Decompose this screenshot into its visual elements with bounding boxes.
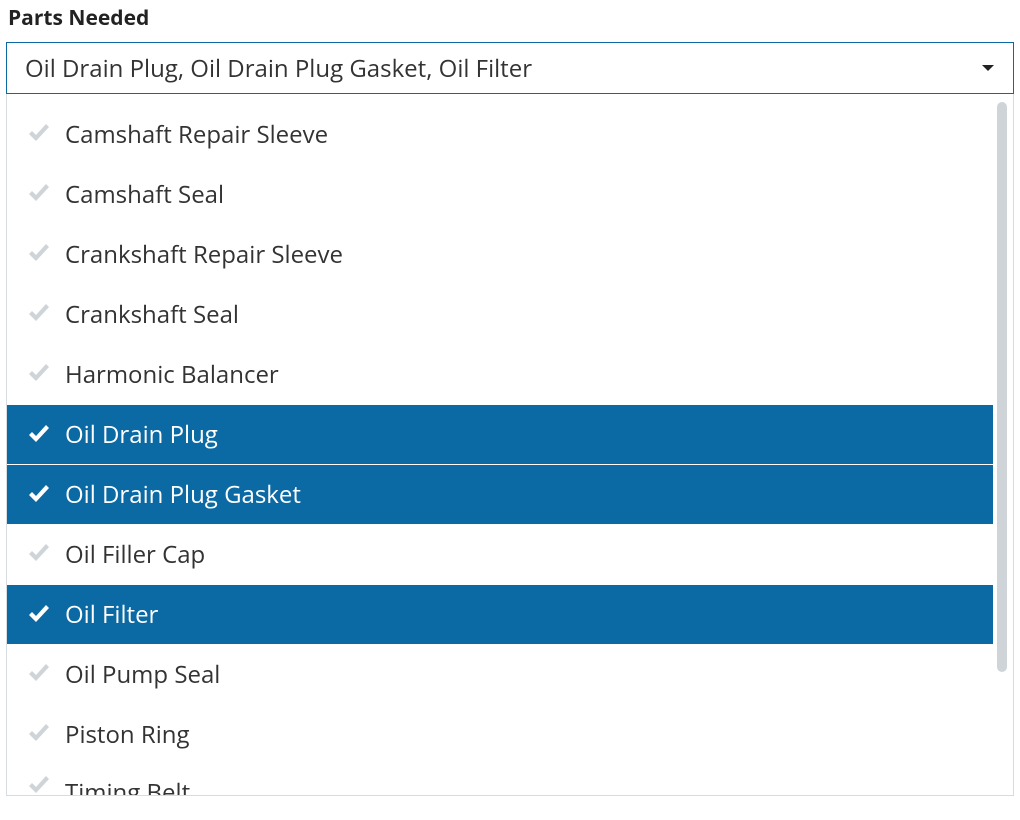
option-oil-drain-plug-gasket[interactable]: Oil Drain Plug Gasket — [7, 464, 993, 524]
parts-needed-dropdown[interactable]: Camshaft Repair Sleeve Camshaft Seal Crank… — [6, 94, 1014, 796]
field-label: Parts Needed — [6, 4, 1014, 32]
check-icon — [27, 364, 51, 384]
option-label: Crankshaft Repair Sleeve — [65, 238, 343, 271]
check-icon — [27, 244, 51, 264]
check-icon — [27, 425, 51, 445]
option-label: Oil Filler Cap — [65, 538, 205, 571]
caret-down-icon — [981, 63, 995, 73]
option-oil-drain-plug[interactable]: Oil Drain Plug — [7, 404, 993, 464]
check-icon — [27, 184, 51, 204]
check-icon — [27, 724, 51, 744]
option-label: Harmonic Balancer — [65, 358, 279, 391]
option-crankshaft-repair-sleeve[interactable]: Crankshaft Repair Sleeve — [7, 224, 993, 284]
option-oil-pump-seal[interactable]: Oil Pump Seal — [7, 644, 993, 704]
option-label: Timing Belt — [65, 776, 190, 796]
option-oil-filler-cap[interactable]: Oil Filler Cap — [7, 524, 993, 584]
option-camshaft-repair-sleeve[interactable]: Camshaft Repair Sleeve — [7, 104, 993, 164]
select-value: Oil Drain Plug, Oil Drain Plug Gasket, O… — [25, 52, 532, 85]
option-label: Crankshaft Seal — [65, 298, 239, 331]
check-icon — [27, 304, 51, 324]
option-crankshaft-seal[interactable]: Crankshaft Seal — [7, 284, 993, 344]
option-label: Oil Filter — [65, 598, 158, 631]
option-label: Oil Drain Plug — [65, 418, 218, 451]
check-icon — [27, 664, 51, 684]
option-label: Oil Drain Plug Gasket — [65, 478, 301, 511]
check-icon — [27, 124, 51, 144]
check-icon — [27, 776, 51, 796]
option-label: Piston Ring — [65, 718, 190, 751]
option-camshaft-seal[interactable]: Camshaft Seal — [7, 164, 993, 224]
check-icon — [27, 605, 51, 625]
scrollbar-thumb[interactable] — [997, 102, 1007, 672]
option-label: Oil Pump Seal — [65, 658, 220, 691]
option-label: Camshaft Repair Sleeve — [65, 118, 328, 151]
option-harmonic-balancer[interactable]: Harmonic Balancer — [7, 344, 993, 404]
option-piston-ring[interactable]: Piston Ring — [7, 704, 993, 764]
option-timing-belt[interactable]: Timing Belt — [7, 764, 993, 796]
check-icon — [27, 485, 51, 505]
check-icon — [27, 544, 51, 564]
parts-needed-select[interactable]: Oil Drain Plug, Oil Drain Plug Gasket, O… — [6, 42, 1014, 94]
option-oil-filter[interactable]: Oil Filter — [7, 584, 993, 644]
option-label: Camshaft Seal — [65, 178, 224, 211]
